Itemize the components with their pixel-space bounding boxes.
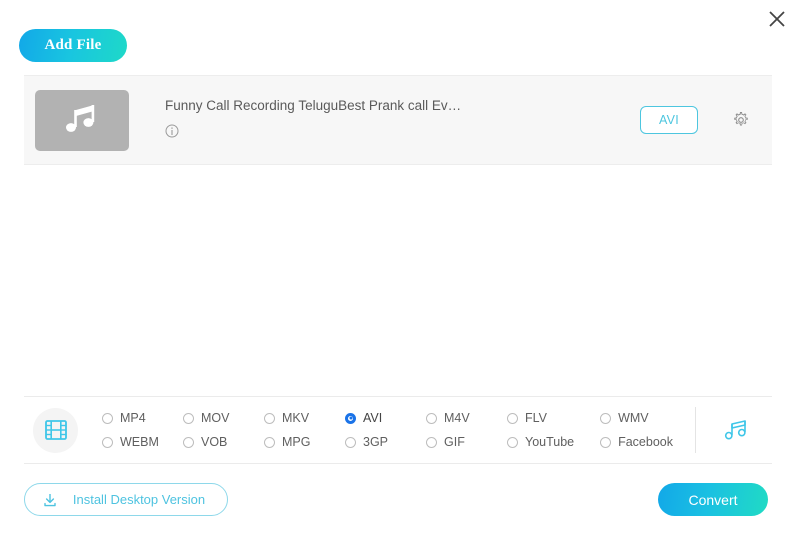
format-option-youtube[interactable]: YouTube [507, 435, 588, 449]
radio-icon [183, 437, 194, 448]
audio-format-icon-button[interactable] [718, 412, 754, 448]
format-options-grid: MP4 MOV MKV AVI M4V FLV WEBM VOB [102, 406, 676, 454]
format-option-label: GIF [444, 435, 465, 449]
add-file-button[interactable]: Add File [19, 29, 127, 62]
file-settings-button[interactable] [730, 109, 752, 131]
close-icon [768, 10, 786, 28]
info-icon [165, 124, 179, 138]
format-option-mpg[interactable]: MPG [264, 435, 345, 449]
format-divider [695, 407, 696, 453]
format-option-label: VOB [201, 435, 227, 449]
format-option-label: M4V [444, 411, 470, 425]
file-thumbnail [35, 90, 129, 151]
format-option-label: MKV [282, 411, 309, 425]
radio-icon [507, 437, 518, 448]
format-option-label: Facebook [618, 435, 673, 449]
file-name: Funny Call Recording TeluguBest Prank ca… [165, 97, 640, 115]
format-selection-panel: MP4 MOV MKV AVI M4V FLV WEBM VOB [24, 396, 772, 464]
radio-icon [102, 413, 113, 424]
format-option-gif[interactable]: GIF [426, 435, 507, 449]
radio-selected-icon [345, 413, 356, 424]
format-option-webm[interactable]: WEBM [102, 435, 183, 449]
close-window-button[interactable] [762, 4, 792, 34]
radio-icon [264, 437, 275, 448]
format-option-wmv[interactable]: WMV [600, 411, 673, 425]
convert-button[interactable]: Convert [658, 483, 768, 516]
music-note-icon [722, 416, 750, 444]
file-list-item[interactable]: Funny Call Recording TeluguBest Prank ca… [24, 76, 772, 164]
file-list-panel: Funny Call Recording TeluguBest Prank ca… [24, 75, 772, 165]
download-icon [41, 491, 59, 509]
output-format-button[interactable]: AVI [640, 106, 698, 134]
file-meta: Funny Call Recording TeluguBest Prank ca… [129, 97, 640, 143]
download-icon-wrap [41, 491, 59, 509]
film-strip-icon [43, 417, 69, 443]
format-option-facebook[interactable]: Facebook [600, 435, 673, 449]
install-desktop-version-label: Install Desktop Version [73, 492, 205, 507]
gear-icon [731, 110, 751, 130]
format-option-label: WEBM [120, 435, 159, 449]
format-option-3gp[interactable]: 3GP [345, 435, 426, 449]
radio-icon [264, 413, 275, 424]
format-option-label: AVI [363, 411, 382, 425]
add-file-area: Add File [19, 29, 127, 62]
file-info-button[interactable] [165, 124, 179, 138]
format-option-mov[interactable]: MOV [183, 411, 264, 425]
radio-icon [183, 413, 194, 424]
format-option-mp4[interactable]: MP4 [102, 411, 183, 425]
radio-icon [426, 413, 437, 424]
format-option-label: FLV [525, 411, 547, 425]
format-option-label: MP4 [120, 411, 146, 425]
format-option-avi[interactable]: AVI [345, 411, 426, 425]
video-format-icon-button[interactable] [33, 408, 78, 453]
install-desktop-version-button[interactable]: Install Desktop Version [24, 483, 228, 516]
format-option-flv[interactable]: FLV [507, 411, 588, 425]
music-note-icon [62, 102, 102, 138]
format-option-label: YouTube [525, 435, 574, 449]
radio-icon [345, 437, 356, 448]
radio-icon [507, 413, 518, 424]
format-option-m4v[interactable]: M4V [426, 411, 507, 425]
format-option-label: WMV [618, 411, 649, 425]
format-option-label: MPG [282, 435, 310, 449]
radio-icon [426, 437, 437, 448]
radio-icon [600, 413, 611, 424]
format-options-last-column: WMV Facebook [600, 406, 673, 454]
radio-icon [600, 437, 611, 448]
format-option-label: 3GP [363, 435, 388, 449]
format-option-mkv[interactable]: MKV [264, 411, 345, 425]
format-option-vob[interactable]: VOB [183, 435, 264, 449]
radio-icon [102, 437, 113, 448]
format-option-label: MOV [201, 411, 229, 425]
